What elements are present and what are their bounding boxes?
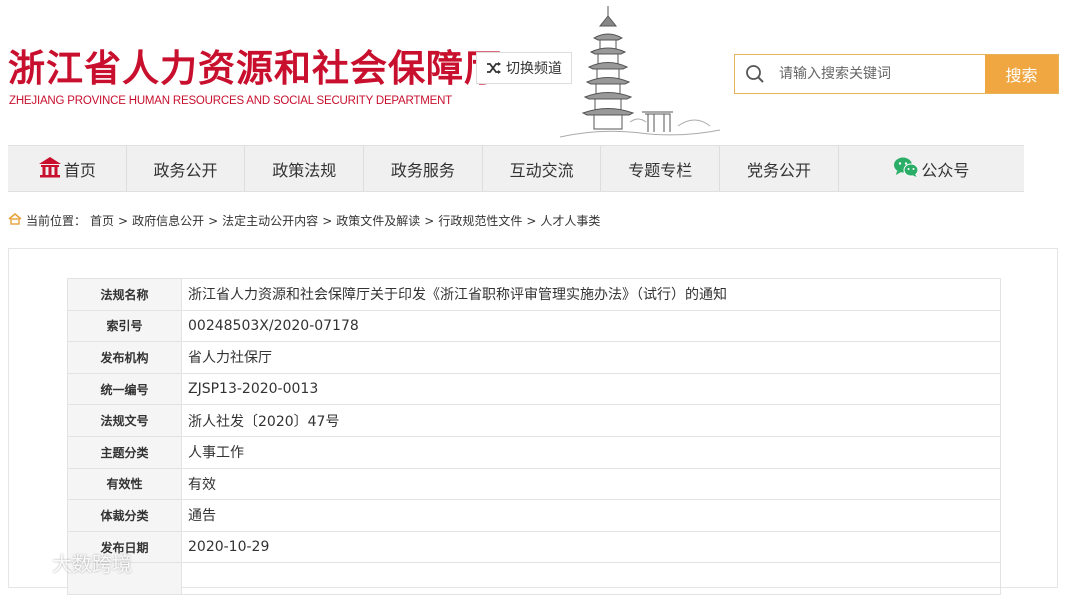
breadcrumb-item[interactable]: 首页 — [90, 212, 114, 229]
breadcrumb-separator: > — [208, 213, 219, 228]
nav-item-label: 政务公开 — [153, 160, 218, 180]
search-icon — [735, 55, 775, 93]
row-label: 体裁分类 — [67, 499, 182, 532]
row-value: 浙人社发〔2020〕47号 — [181, 404, 1001, 437]
nav-item-label: 政策法规 — [272, 160, 337, 180]
row-label: 法规文号 — [67, 404, 182, 437]
table-row: 体裁分类 通告 — [67, 499, 1001, 532]
nav-item-label: 首页 — [63, 160, 96, 180]
home-icon — [38, 156, 62, 182]
breadcrumb-item[interactable]: 行政规范性文件 — [438, 212, 522, 229]
nav-item-party-affairs[interactable]: 党务公开 — [720, 146, 839, 191]
table-row: 法规名称 浙江省人力资源和社会保障厅关于印发《浙江省职称评审管理实施办法》（试行）… — [67, 278, 1001, 311]
nav-item-services[interactable]: 政务服务 — [364, 146, 483, 191]
row-value — [181, 562, 1001, 595]
nav-item-label: 党务公开 — [746, 160, 811, 180]
row-value: 人事工作 — [181, 435, 1001, 469]
nav-item-label: 专题专栏 — [628, 160, 693, 180]
site-subtitle: ZHEJIANG PROVINCE HUMAN RESOURCES AND SO… — [9, 95, 453, 107]
nav-item-home[interactable]: 首页 — [8, 146, 127, 191]
search-box: 搜索 — [734, 54, 1059, 94]
breadcrumb-separator: > — [118, 213, 129, 228]
wechat-icon — [893, 156, 919, 182]
breadcrumb-separator: > — [526, 213, 537, 228]
site-header: 浙江省人力资源和社会保障厅 ZHEJIANG PROVINCE HUMAN RE… — [0, 0, 1080, 145]
main-nav: 首页 政务公开 政策法规 政务服务 互动交流 专题专栏 党务公开 公众号 — [8, 145, 1024, 192]
table-row: 索引号 00248503X/2020-07178 — [67, 309, 1001, 343]
breadcrumb-item[interactable]: 政策文件及解读 — [336, 212, 420, 229]
table-row: 法规文号 浙人社发〔2020〕47号 — [67, 404, 1001, 437]
breadcrumb-prefix: 当前位置： — [26, 214, 87, 228]
nav-item-topics[interactable]: 专题专栏 — [601, 146, 721, 191]
nav-item-label: 互动交流 — [509, 160, 574, 180]
breadcrumb-separator: > — [424, 213, 435, 228]
location-icon — [8, 212, 22, 228]
table-row: 统一编号 ZJSP13-2020-0013 — [67, 372, 1001, 406]
breadcrumb-item[interactable]: 法定主动公开内容 — [222, 212, 318, 229]
search-button[interactable]: 搜索 — [985, 55, 1058, 93]
row-value: 省人力社保厅 — [181, 341, 1001, 374]
row-value: 00248503X/2020-07178 — [181, 309, 1001, 343]
document-info-table: 法规名称 浙江省人力资源和社会保障厅关于印发《浙江省职称评审管理实施办法》（试行）… — [67, 278, 1001, 595]
nav-item-interaction[interactable]: 互动交流 — [483, 146, 602, 191]
shuffle-icon — [486, 61, 502, 75]
search-input[interactable] — [775, 55, 985, 93]
table-row: 发布日期 2020-10-29 — [67, 530, 1001, 564]
breadcrumb-item[interactable]: 人才人事类 — [540, 212, 600, 229]
row-value: 2020-10-29 — [181, 530, 1001, 564]
row-label: 发布机构 — [67, 341, 182, 374]
row-value: 通告 — [181, 499, 1001, 532]
nav-item-wechat[interactable]: 公众号 — [839, 146, 1024, 191]
row-label: 统一编号 — [67, 372, 182, 406]
nav-item-policies[interactable]: 政策法规 — [245, 146, 365, 191]
watermark: 大数跨境 — [8, 548, 132, 577]
breadcrumb: 当前位置： 首页 > 政府信息公开 > 法定主动公开内容 > 政策文件及解读 >… — [8, 212, 600, 229]
switch-channel-button[interactable]: 切换频道 — [476, 52, 572, 84]
breadcrumb-item[interactable]: 政府信息公开 — [132, 212, 204, 229]
row-value: 浙江省人力资源和社会保障厅关于印发《浙江省职称评审管理实施办法》（试行）的通知 — [181, 278, 1001, 311]
row-value: 有效 — [181, 467, 1001, 501]
table-row: 主题分类 人事工作 — [67, 435, 1001, 469]
site-title[interactable]: 浙江省人力资源和社会保障厅 — [8, 38, 502, 92]
row-value: ZJSP13-2020-0013 — [181, 372, 1001, 406]
nav-item-label: 政务服务 — [390, 160, 455, 180]
breadcrumb-separator: > — [322, 213, 333, 228]
table-row: 有效性 有效 — [67, 467, 1001, 501]
nav-item-government-affairs[interactable]: 政务公开 — [127, 146, 246, 191]
watermark-text: 大数跨境 — [52, 552, 132, 576]
row-label: 法规名称 — [67, 278, 182, 311]
row-label: 主题分类 — [67, 435, 182, 469]
pagoda-illustration — [559, 2, 730, 146]
watermark-logo-icon — [8, 548, 48, 577]
nav-item-label: 公众号 — [921, 160, 970, 180]
row-label: 有效性 — [67, 467, 182, 501]
table-row: 发布机构 省人力社保厅 — [67, 341, 1001, 374]
row-label: 索引号 — [67, 309, 182, 343]
switch-channel-label: 切换频道 — [506, 61, 562, 77]
table-row — [67, 562, 1001, 595]
